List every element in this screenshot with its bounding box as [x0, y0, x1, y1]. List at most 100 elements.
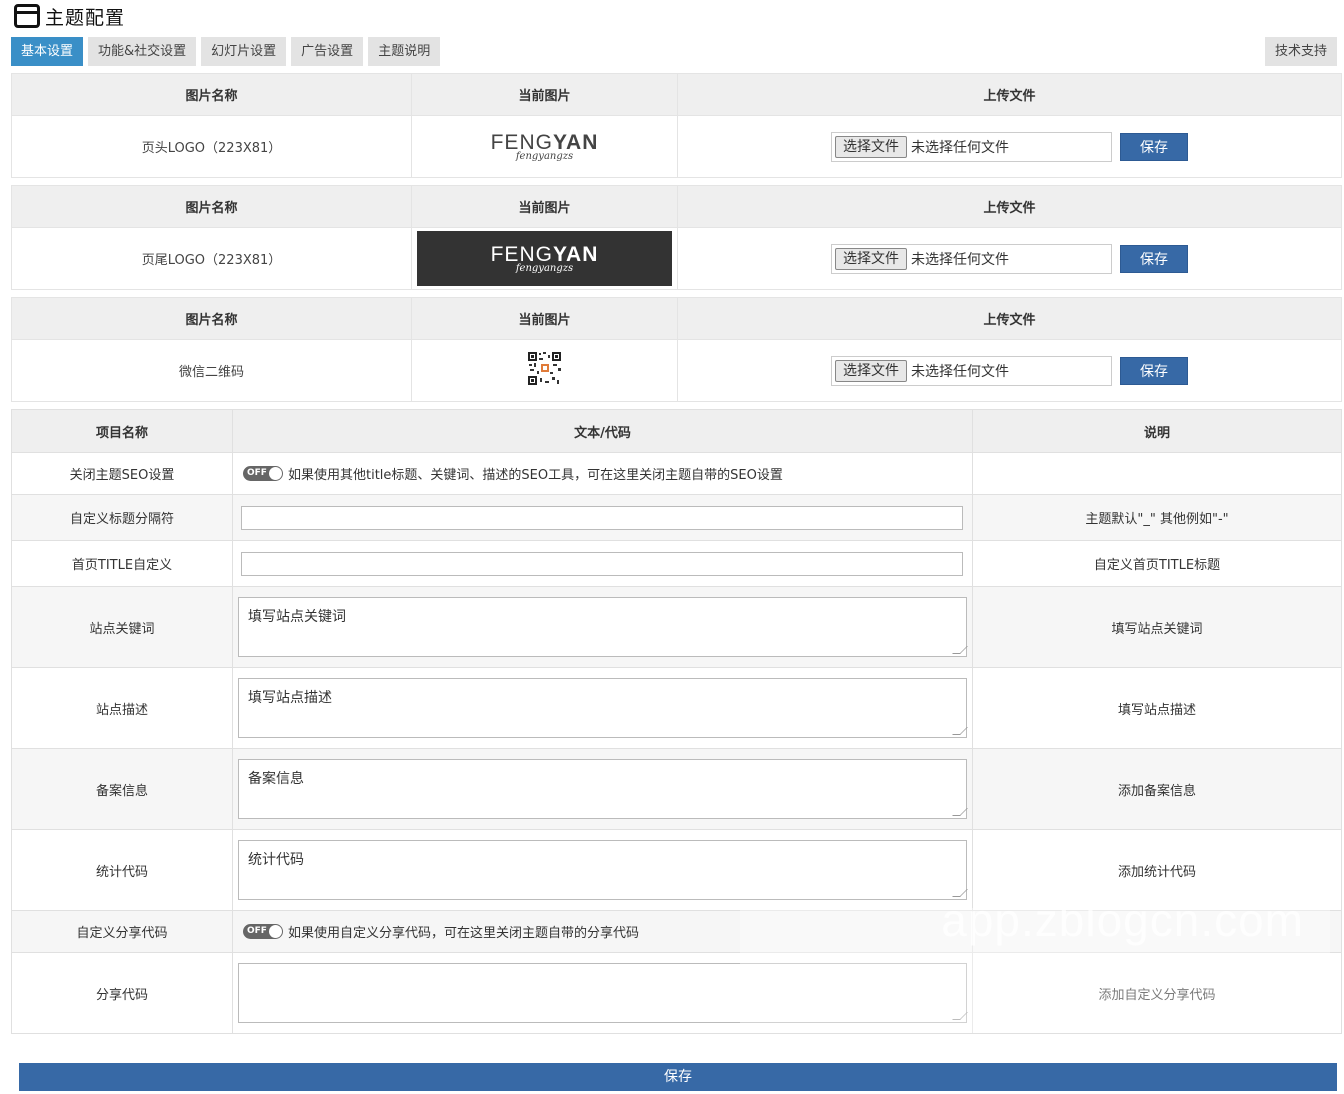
setting-value-cell: [232, 494, 973, 541]
logo-subtext: fengyangzs: [515, 150, 574, 162]
setting-name: 自定义标题分隔符: [11, 494, 233, 541]
setting-desc: 主题默认"_" 其他例如"-": [972, 494, 1342, 541]
col-header-current-image: 当前图片: [411, 73, 678, 116]
setting-value-cell: 备案信息: [232, 748, 973, 830]
col-header-current-image: 当前图片: [411, 185, 678, 228]
current-image-cell: FENGYAN fengyangzs: [411, 115, 678, 178]
setting-value-cell: 填写站点描述: [232, 667, 973, 749]
setting-desc: 添加统计代码: [972, 829, 1342, 911]
col-header-text-code: 文本/代码: [232, 409, 973, 453]
setting-row-seo: 关闭主题SEO设置 OFF 如果使用其他title标题、关键词、描述的SEO工具…: [11, 452, 1342, 495]
window-icon: [14, 4, 40, 28]
setting-value-cell: 统计代码: [232, 829, 973, 911]
file-status: 未选择任何文件: [911, 251, 1009, 268]
setting-row-separator: 自定义标题分隔符 主题默认"_" 其他例如"-": [11, 494, 1342, 541]
tab-basic-settings[interactable]: 基本设置: [11, 37, 84, 66]
tab-bar: 基本设置 功能&社交设置 幻灯片设置 广告设置 主题说明: [11, 37, 441, 66]
setting-value-cell: 填写站点关键词: [232, 586, 973, 668]
share-toggle-text: 如果使用自定义分享代码，可在这里关闭主题自带的分享代码: [288, 926, 640, 941]
logo-text: FENGYAN: [490, 130, 599, 154]
choose-file-button[interactable]: 选择文件: [835, 247, 907, 270]
setting-desc: [972, 910, 1342, 953]
file-input[interactable]: 选择文件 未选择任何文件: [831, 355, 1112, 386]
setting-row-beian: 备案信息 备案信息 添加备案信息: [11, 748, 1342, 830]
share-code-textarea[interactable]: [238, 963, 967, 1023]
keywords-textarea[interactable]: 填写站点关键词: [238, 597, 967, 657]
setting-desc: 添加备案信息: [972, 748, 1342, 830]
settings-table: 项目名称 文本/代码 说明 关闭主题SEO设置 OFF 如果使用其他title标…: [11, 409, 1342, 1034]
tab-tech-support[interactable]: 技术支持: [1264, 37, 1337, 66]
col-header-image-name: 图片名称: [11, 73, 412, 116]
logo-subtext: fengyangzs: [515, 262, 574, 274]
save-all-button[interactable]: 保存: [19, 1063, 1337, 1091]
choose-file-button[interactable]: 选择文件: [835, 135, 907, 158]
file-status: 未选择任何文件: [911, 363, 1009, 380]
setting-row-keywords: 站点关键词 填写站点关键词 填写站点关键词: [11, 586, 1342, 668]
footer-logo-image: FENGYAN fengyangzs: [417, 231, 672, 286]
description-textarea[interactable]: 填写站点描述: [238, 678, 967, 738]
setting-name: 首页TITLE自定义: [11, 540, 233, 587]
footer-logo-table: 图片名称 当前图片 上传文件 页尾LOGO（223X81） FENGYAN fe…: [11, 185, 1342, 290]
page-header: 主题配置: [14, 2, 125, 30]
setting-name: 分享代码: [11, 952, 233, 1034]
home-title-input[interactable]: [241, 551, 963, 576]
tab-slideshow[interactable]: 幻灯片设置: [201, 37, 287, 66]
setting-name: 备案信息: [11, 748, 233, 830]
setting-name: 统计代码: [11, 829, 233, 911]
upload-cell: 选择文件 未选择任何文件 保存: [677, 339, 1342, 402]
save-button[interactable]: 保存: [1120, 244, 1188, 273]
setting-value-cell: [232, 540, 973, 587]
col-header-description: 说明: [972, 409, 1342, 453]
setting-name: 站点描述: [11, 667, 233, 749]
seo-toggle-text: 如果使用其他title标题、关键词、描述的SEO工具，可在这里关闭主题自带的SE…: [288, 468, 783, 483]
header-logo-table: 图片名称 当前图片 上传文件 页头LOGO（223X81） FENGYAN fe…: [11, 73, 1342, 178]
setting-desc: [972, 452, 1342, 495]
setting-desc: 自定义首页TITLE标题: [972, 540, 1342, 587]
beian-textarea[interactable]: 备案信息: [238, 759, 967, 819]
tab-ads[interactable]: 广告设置: [291, 37, 364, 66]
setting-name: 自定义分享代码: [11, 910, 233, 953]
current-image-cell: FENGYAN fengyangzs: [411, 227, 678, 290]
image-name: 页头LOGO（223X81）: [11, 115, 412, 178]
setting-row-share-toggle: 自定义分享代码 OFF 如果使用自定义分享代码，可在这里关闭主题自带的分享代码: [11, 910, 1342, 953]
col-header-upload: 上传文件: [677, 185, 1342, 228]
setting-desc: 填写站点描述: [972, 667, 1342, 749]
setting-name: 站点关键词: [11, 586, 233, 668]
toggle-state: OFF: [247, 926, 267, 936]
toggle-state: OFF: [247, 468, 267, 478]
col-header-current-image: 当前图片: [411, 297, 678, 340]
page-title: 主题配置: [45, 6, 126, 29]
wechat-qr-table: 图片名称 当前图片 上传文件 微信二维码 选择文件 未选择任何文件 保存: [11, 297, 1342, 402]
col-header-upload: 上传文件: [677, 73, 1342, 116]
setting-desc: 添加自定义分享代码: [972, 952, 1342, 1034]
image-name: 页尾LOGO（223X81）: [11, 227, 412, 290]
save-button[interactable]: 保存: [1120, 132, 1188, 161]
image-name: 微信二维码: [11, 339, 412, 402]
stats-textarea[interactable]: 统计代码: [238, 840, 967, 900]
toggle-knob: [269, 467, 282, 480]
setting-row-description: 站点描述 填写站点描述 填写站点描述: [11, 667, 1342, 749]
file-input[interactable]: 选择文件 未选择任何文件: [831, 131, 1112, 162]
setting-row-share-code: 分享代码 添加自定义分享代码: [11, 952, 1342, 1034]
setting-row-stats: 统计代码 统计代码 添加统计代码: [11, 829, 1342, 911]
col-header-item-name: 项目名称: [11, 409, 233, 453]
file-input[interactable]: 选择文件 未选择任何文件: [831, 243, 1112, 274]
col-header-image-name: 图片名称: [11, 297, 412, 340]
setting-value-cell: OFF 如果使用其他title标题、关键词、描述的SEO工具，可在这里关闭主题自…: [232, 452, 973, 495]
setting-name: 关闭主题SEO设置: [11, 452, 233, 495]
seo-toggle[interactable]: OFF: [243, 466, 283, 481]
tab-theme-notes[interactable]: 主题说明: [368, 37, 441, 66]
setting-value-cell: [232, 952, 973, 1034]
current-image-cell: [411, 339, 678, 402]
upload-cell: 选择文件 未选择任何文件 保存: [677, 115, 1342, 178]
file-status: 未选择任何文件: [911, 139, 1009, 156]
separator-input[interactable]: [241, 505, 963, 530]
col-header-upload: 上传文件: [677, 297, 1342, 340]
save-button[interactable]: 保存: [1120, 356, 1188, 385]
share-toggle[interactable]: OFF: [243, 924, 283, 939]
choose-file-button[interactable]: 选择文件: [835, 359, 907, 382]
tab-function-social[interactable]: 功能&社交设置: [88, 37, 197, 66]
setting-row-home-title: 首页TITLE自定义 自定义首页TITLE标题: [11, 540, 1342, 587]
header-logo-image: FENGYAN fengyangzs: [491, 132, 599, 162]
toggle-knob: [269, 925, 282, 938]
